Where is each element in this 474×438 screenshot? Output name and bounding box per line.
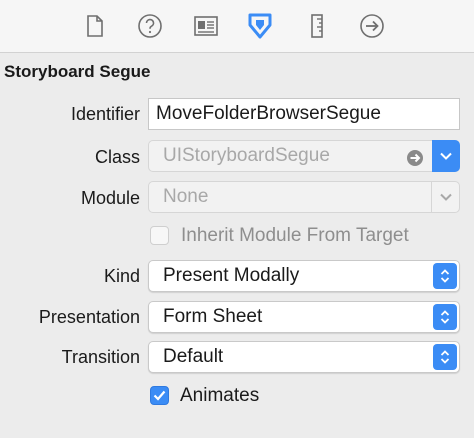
transition-label: Transition	[61, 347, 140, 367]
inherit-module-checkbox[interactable]	[150, 226, 169, 245]
presentation-label: Presentation	[38, 307, 140, 327]
class-dropdown-button[interactable]	[432, 140, 460, 172]
class-placeholder: UIStoryboardSegue	[163, 145, 330, 166]
inherit-module-label: Inherit Module From Target	[181, 225, 409, 246]
inspector-toolbar	[0, 0, 474, 53]
up-down-icon	[433, 344, 457, 370]
up-down-icon	[433, 263, 457, 289]
class-go-icon[interactable]	[406, 147, 424, 166]
chevron-down-icon	[440, 193, 452, 201]
kind-popup[interactable]: Present Modally	[148, 260, 460, 292]
checkmark-icon	[153, 390, 166, 401]
module-dropdown-button[interactable]	[431, 181, 460, 213]
animates-checkbox[interactable]	[150, 386, 169, 405]
module-combo[interactable]: None	[148, 181, 460, 213]
up-down-icon	[433, 304, 457, 330]
animates-label: Animates	[180, 385, 260, 406]
transition-popup[interactable]: Default	[148, 341, 460, 373]
kind-label: Kind	[103, 266, 140, 286]
file-inspector-icon[interactable]	[80, 11, 110, 41]
identifier-label: Identifier	[70, 104, 140, 124]
transition-value: Default	[163, 346, 224, 367]
presentation-popup[interactable]: Form Sheet	[148, 301, 460, 333]
identifier-field[interactable]: MoveFolderBrowserSegue	[148, 98, 460, 130]
module-placeholder: None	[163, 186, 209, 207]
identity-inspector-icon[interactable]	[191, 11, 221, 41]
size-inspector-icon[interactable]	[302, 11, 332, 41]
module-label: Module	[80, 188, 140, 208]
section-title: Storyboard Segue	[4, 62, 151, 81]
attributes-inspector-icon[interactable]	[245, 11, 275, 41]
quick-help-icon[interactable]	[135, 11, 165, 41]
class-combo[interactable]: UIStoryboardSegue	[148, 140, 460, 172]
connections-inspector-icon[interactable]	[357, 11, 387, 41]
kind-value: Present Modally	[163, 265, 300, 286]
chevron-down-icon	[440, 152, 452, 160]
presentation-value: Form Sheet	[163, 306, 263, 327]
class-label: Class	[94, 147, 140, 167]
